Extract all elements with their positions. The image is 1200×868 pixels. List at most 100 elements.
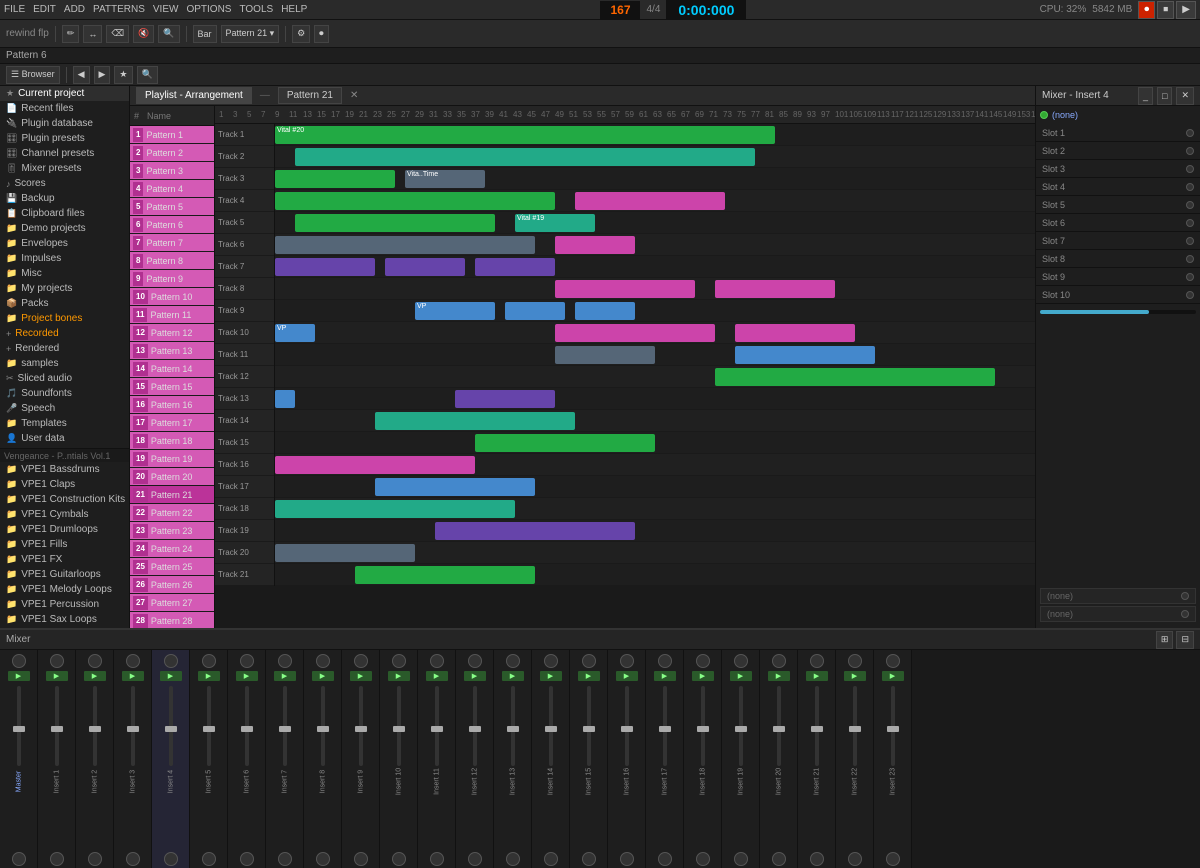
record-btn-2[interactable]: ⏺ [314, 25, 329, 43]
track-row-6[interactable] [275, 256, 1035, 278]
pattern-item-1[interactable]: 2Pattern 2 [130, 144, 214, 162]
pattern-item-18[interactable]: 19Pattern 19 [130, 450, 214, 468]
track-block-8-1[interactable] [505, 302, 565, 320]
strip-thumb-5[interactable] [203, 726, 215, 732]
strip-knob-14[interactable] [544, 654, 558, 668]
track-block-8-2[interactable] [575, 302, 635, 320]
strip-thumb-17[interactable] [659, 726, 671, 732]
track-row-14[interactable] [275, 432, 1035, 454]
mixer-slot-0[interactable]: Slot 1 [1036, 124, 1200, 142]
track-block-15-0[interactable] [275, 456, 475, 474]
strip-send-18[interactable] [696, 852, 710, 866]
strip-green-3[interactable]: ▶ [122, 671, 144, 681]
mixer-slot-8[interactable]: Slot 9 [1036, 268, 1200, 286]
track-block-5-0[interactable] [275, 236, 535, 254]
track-block-1-0[interactable] [295, 148, 755, 166]
sidebar-item-1[interactable]: 📄Recent files [0, 101, 129, 116]
menu-options[interactable]: OPTIONS [186, 4, 231, 15]
sidebar-item-32[interactable]: 📁VPE1 Guitarloops [0, 567, 129, 582]
sidebar-item-13[interactable]: 📁My projects [0, 281, 129, 296]
mixer-slot-6[interactable]: Slot 7 [1036, 232, 1200, 250]
track-block-6-1[interactable] [385, 258, 465, 276]
track-row-4[interactable]: Vital #19 [275, 212, 1035, 234]
pattern-item-21[interactable]: 22Pattern 22 [130, 504, 214, 522]
strip-send-17[interactable] [658, 852, 672, 866]
sidebar-item-31[interactable]: 📁VPE1 FX [0, 552, 129, 567]
pattern-item-26[interactable]: 27Pattern 27 [130, 594, 214, 612]
stop-btn[interactable]: ⏹ [1157, 1, 1174, 19]
pattern-item-15[interactable]: 16Pattern 16 [130, 396, 214, 414]
tracks-container[interactable]: Track 1Track 2Track 3Track 4Track 5Track… [215, 124, 1035, 628]
track-label-9[interactable]: Track 10 [215, 322, 274, 344]
sidebar-item-22[interactable]: 📁Templates [0, 416, 129, 431]
sidebar-item-34[interactable]: 📁VPE1 Percussion [0, 597, 129, 612]
mixer-strips-content[interactable]: ▶ Master ▶ Insert 1 ▶ Insert 2 ▶ Insert … [0, 650, 1200, 868]
mixer-strip-15[interactable]: ▶ Insert 15 [570, 650, 608, 868]
strip-thumb-9[interactable] [355, 726, 367, 732]
strip-knob-5[interactable] [202, 654, 216, 668]
mixer-strip-22[interactable]: ▶ Insert 22 [836, 650, 874, 868]
browser-fwd[interactable]: ▶ [94, 66, 111, 84]
track-label-7[interactable]: Track 8 [215, 278, 274, 300]
sidebar-item-11[interactable]: 📁Impulses [0, 251, 129, 266]
strip-green-14[interactable]: ▶ [540, 671, 562, 681]
track-block-9-2[interactable] [735, 324, 855, 342]
pattern-item-11[interactable]: 12Pattern 12 [130, 324, 214, 342]
pattern-item-25[interactable]: 26Pattern 26 [130, 576, 214, 594]
menu-edit[interactable]: EDIT [33, 4, 56, 15]
strip-green-13[interactable]: ▶ [502, 671, 524, 681]
mixer-slot-9[interactable]: Slot 10 [1036, 286, 1200, 304]
pattern-item-2[interactable]: 3Pattern 3 [130, 162, 214, 180]
mixer-strip-3[interactable]: ▶ Insert 3 [114, 650, 152, 868]
pattern-item-8[interactable]: 9Pattern 9 [130, 270, 214, 288]
strip-send-8[interactable] [316, 852, 330, 866]
strip-green-4[interactable]: ▶ [160, 671, 182, 681]
sidebar-item-18[interactable]: 📁samples [0, 356, 129, 371]
track-label-17[interactable]: Track 18 [215, 498, 274, 520]
track-row-2[interactable]: Vita..Time [275, 168, 1035, 190]
pattern-item-14[interactable]: 15Pattern 15 [130, 378, 214, 396]
pattern-item-10[interactable]: 11Pattern 11 [130, 306, 214, 324]
strip-green-21[interactable]: ▶ [806, 671, 828, 681]
mixer-strip-7[interactable]: ▶ Insert 7 [266, 650, 304, 868]
strip-thumb-6[interactable] [241, 726, 253, 732]
sidebar-item-33[interactable]: 📁VPE1 Melody Loops [0, 582, 129, 597]
track-block-10-1[interactable] [735, 346, 875, 364]
track-block-5-1[interactable] [555, 236, 635, 254]
strip-send-9[interactable] [354, 852, 368, 866]
strip-green-20[interactable]: ▶ [768, 671, 790, 681]
sidebar-item-6[interactable]: ♪Scores [0, 176, 129, 191]
sidebar-item-35[interactable]: 📁VPE1 Sax Loops [0, 612, 129, 627]
sidebar-item-19[interactable]: ✂Sliced audio [0, 371, 129, 386]
strip-thumb-19[interactable] [735, 726, 747, 732]
mixer-strip-9[interactable]: ▶ Insert 9 [342, 650, 380, 868]
track-label-19[interactable]: Track 20 [215, 542, 274, 564]
pattern-item-16[interactable]: 17Pattern 17 [130, 414, 214, 432]
browser-search[interactable]: 🔍 [137, 66, 158, 84]
mixer-slot-1[interactable]: Slot 2 [1036, 142, 1200, 160]
strip-knob-21[interactable] [810, 654, 824, 668]
strip-green-16[interactable]: ▶ [616, 671, 638, 681]
pattern-item-24[interactable]: 25Pattern 25 [130, 558, 214, 576]
mixer-slot-7[interactable]: Slot 8 [1036, 250, 1200, 268]
mixer-close[interactable]: ✕ [1176, 87, 1194, 105]
strip-send-7[interactable] [278, 852, 292, 866]
mixer-footer-none1[interactable]: (none) [1040, 588, 1196, 604]
strip-knob-18[interactable] [696, 654, 710, 668]
strip-knob-6[interactable] [240, 654, 254, 668]
track-block-12-1[interactable] [455, 390, 555, 408]
record-btn[interactable]: ⏺ [1138, 1, 1155, 19]
strip-green-5[interactable]: ▶ [198, 671, 220, 681]
mixer-strip-2[interactable]: ▶ Insert 2 [76, 650, 114, 868]
track-label-8[interactable]: Track 9 [215, 300, 274, 322]
mixer-strip-21[interactable]: ▶ Insert 21 [798, 650, 836, 868]
strip-green-12[interactable]: ▶ [464, 671, 486, 681]
strip-green-0[interactable]: ▶ [8, 671, 30, 681]
strip-thumb-16[interactable] [621, 726, 633, 732]
tool-mute[interactable]: 🔇 [133, 25, 154, 43]
strip-send-21[interactable] [810, 852, 824, 866]
menu-tools[interactable]: TOOLS [239, 4, 273, 15]
sidebar-item-8[interactable]: 📋Clipboard files [0, 206, 129, 221]
mixer-strip-10[interactable]: ▶ Insert 10 [380, 650, 418, 868]
track-label-4[interactable]: Track 5 [215, 212, 274, 234]
